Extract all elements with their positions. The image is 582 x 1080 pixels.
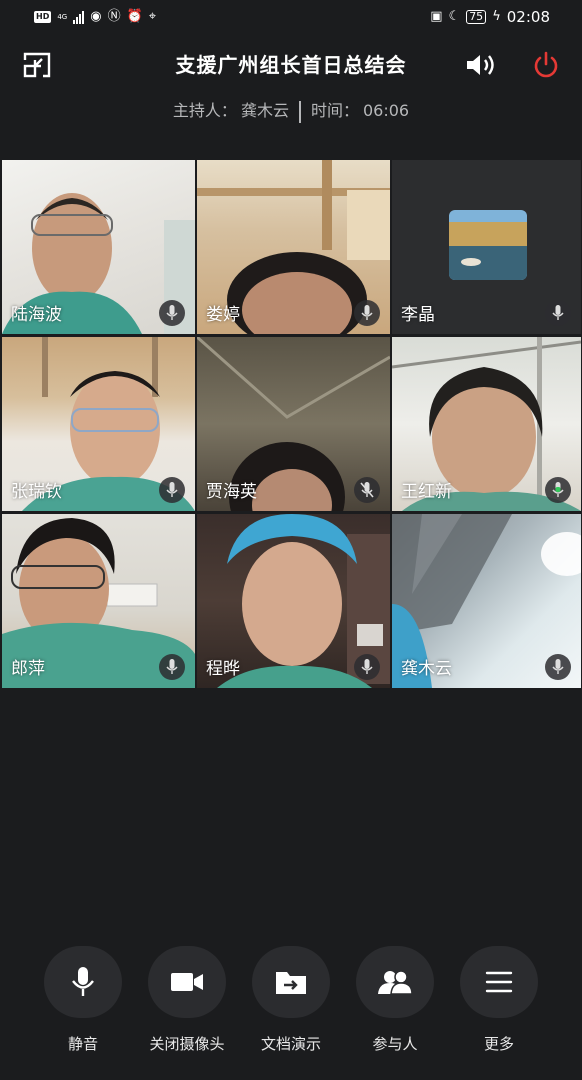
microphone-muted-icon xyxy=(354,477,380,503)
meeting-info: 主持人： 龚木云 时间： 06:06 xyxy=(0,99,582,123)
participant-name: 程晔 xyxy=(206,659,240,679)
host-label: 主持人： xyxy=(172,101,237,120)
microphone-on-icon xyxy=(354,300,380,326)
speaker-icon xyxy=(467,55,494,75)
alarm-icon: ⏰ xyxy=(126,9,143,24)
participants-label: 参与人 xyxy=(372,1035,418,1053)
microphone-on-icon xyxy=(159,300,185,326)
camera-status-icon: ▣ xyxy=(430,9,443,24)
close-camera-label: 关闭摄像头 xyxy=(149,1035,225,1053)
participant-tile[interactable]: 陆海波 xyxy=(2,160,195,334)
participant-tile[interactable]: 龚木云 xyxy=(392,514,581,688)
hd-icon: HD xyxy=(34,11,52,23)
participant-name: 李晶 xyxy=(401,305,435,325)
participant-tile[interactable]: 张瑞钦 xyxy=(2,337,195,511)
participant-name: 龚木云 xyxy=(401,659,452,679)
close-camera-button[interactable]: 关闭摄像头 xyxy=(132,946,242,1055)
participant-name: 郎萍 xyxy=(11,659,45,679)
network-4g-icon: 4G xyxy=(57,12,68,21)
video-grid: 陆海波 娄婷 李晶 张瑞钦 贾海英 王红新 郎萍 程晔 龚木云 xyxy=(2,160,581,688)
participants-button[interactable]: 参与人 xyxy=(340,946,450,1055)
participant-name: 张瑞钦 xyxy=(11,482,62,502)
participant-name: 陆海波 xyxy=(11,305,62,325)
divider xyxy=(298,100,301,123)
mute-button-circle[interactable] xyxy=(44,946,122,1018)
location-icon: ⌖ xyxy=(148,9,157,24)
participant-tile[interactable]: 贾海英 xyxy=(197,337,390,511)
document-presentation-label: 文档演示 xyxy=(260,1035,321,1053)
document-presentation-button-circle[interactable] xyxy=(252,946,330,1018)
nfc-icon: Ⓝ xyxy=(107,9,121,24)
participant-tile[interactable]: 李晶 xyxy=(392,160,581,334)
more-label: 更多 xyxy=(483,1035,514,1053)
microphone-speaking-icon xyxy=(545,477,571,503)
clock: 02:08 xyxy=(506,8,550,26)
microphone-on-icon xyxy=(159,654,185,680)
status-bar: HD 4G ◉ Ⓝ ⏰ ⌖ ▣ ☾ 75 ϟ 02:08 xyxy=(0,0,582,34)
minimize-window-button[interactable] xyxy=(18,48,56,82)
video-camera-icon xyxy=(171,973,203,991)
mute-button[interactable]: 静音 xyxy=(28,946,138,1055)
hang-up-button[interactable] xyxy=(526,48,566,82)
mute-label: 静音 xyxy=(67,1035,98,1053)
participant-tile[interactable]: 郎萍 xyxy=(2,514,195,688)
microphone-on-icon xyxy=(545,654,571,680)
signal-icon xyxy=(73,10,85,24)
participant-name: 王红新 xyxy=(401,482,452,502)
do-not-disturb-icon: ☾ xyxy=(448,9,461,24)
call-toolbar: 静音 关闭摄像头 文档演示 参与人 更多 xyxy=(0,946,582,1066)
speaker-button[interactable] xyxy=(460,48,504,82)
microphone-on-icon xyxy=(354,654,380,680)
eye-icon: ◉ xyxy=(90,9,102,24)
charging-icon: ϟ xyxy=(492,9,501,24)
microphone-on-icon xyxy=(159,477,185,503)
power-icon xyxy=(534,51,558,78)
close-camera-button-circle[interactable] xyxy=(148,946,226,1018)
participant-name: 娄婷 xyxy=(206,305,240,325)
more-button-circle[interactable] xyxy=(460,946,538,1018)
meeting-title: 支援广州组长首日总结会 xyxy=(175,53,407,77)
participant-tile[interactable]: 娄婷 xyxy=(197,160,390,334)
microphone-icon xyxy=(72,967,94,996)
participants-button-circle[interactable] xyxy=(356,946,434,1018)
menu-icon xyxy=(485,971,513,993)
time-label: 时间： xyxy=(310,101,359,120)
participant-name: 贾海英 xyxy=(206,482,257,502)
folder-share-icon xyxy=(276,972,306,994)
elapsed-time: 06:06 xyxy=(362,101,410,120)
microphone-on-icon xyxy=(545,300,571,326)
battery-icon: 75 xyxy=(466,10,487,24)
participant-tile[interactable]: 王红新 xyxy=(392,337,581,511)
more-button[interactable]: 更多 xyxy=(444,946,554,1055)
participants-icon xyxy=(378,970,413,995)
minimize-window-icon xyxy=(23,52,51,78)
avatar xyxy=(449,210,527,280)
participant-tile[interactable]: 程晔 xyxy=(197,514,390,688)
host-name: 龚木云 xyxy=(240,101,289,120)
document-presentation-button[interactable]: 文档演示 xyxy=(236,946,346,1055)
